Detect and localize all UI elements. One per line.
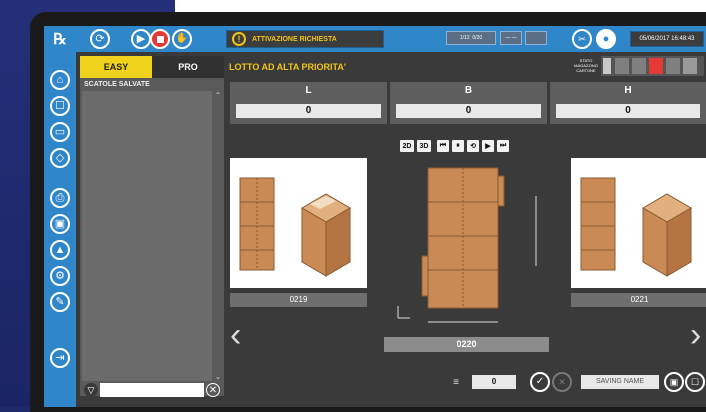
box-preview-0219[interactable]: [230, 158, 367, 288]
dimension-h: H 0: [550, 82, 706, 124]
user-icon[interactable]: ●: [596, 29, 616, 49]
box-diagram-0219: [239, 177, 351, 277]
stock-bar-1: [603, 58, 611, 74]
page-title: LOTTO AD ALTA PRIORITA': [229, 62, 346, 72]
counter-1-text: 1/12: [459, 35, 470, 41]
quantity-field[interactable]: 0: [472, 375, 516, 389]
skip-back-icon[interactable]: ⏮: [437, 140, 449, 152]
next-arrow-icon[interactable]: ›: [690, 316, 701, 355]
box-label-0219: 0219: [230, 293, 367, 307]
counter-3-text: — —: [505, 35, 517, 41]
saved-boxes-list[interactable]: [82, 91, 212, 381]
search-input[interactable]: [100, 383, 204, 397]
confirm-icon[interactable]: ✓: [530, 372, 550, 392]
stock-indicator: [601, 56, 704, 76]
settings-icon[interactable]: ⚙: [50, 266, 70, 286]
prev-arrow-icon[interactable]: ‹: [230, 316, 241, 355]
stock-bar-5: [666, 58, 680, 74]
alert-text: ATTIVAZIONE RICHIESTA: [252, 35, 337, 43]
stock-bar-2: [615, 58, 629, 74]
box-diagram-0221: [580, 177, 692, 277]
filter-icon[interactable]: ▽: [84, 383, 98, 397]
hand-icon[interactable]: ✋: [172, 29, 192, 49]
stock-bar-4: [649, 58, 663, 74]
tools-icon[interactable]: ✂: [572, 29, 592, 49]
dimension-b-label: B: [464, 85, 473, 96]
layers-icon[interactable]: ◇: [50, 148, 70, 168]
box-label-0221: 0221: [571, 293, 706, 307]
tab-easy[interactable]: EASY: [80, 56, 152, 78]
dimension-l: L 0: [230, 82, 387, 124]
play-icon[interactable]: ▶: [131, 29, 151, 49]
app-logo-icon: ℞: [53, 31, 67, 48]
box-label-0220: 0220: [384, 337, 549, 352]
dimension-h-value[interactable]: 0: [556, 104, 700, 118]
play-step-icon[interactable]: ▶: [482, 140, 494, 152]
stack-icon: ≡: [453, 376, 459, 388]
view-2d-button[interactable]: 2D: [400, 140, 414, 152]
scroll-down-icon[interactable]: ⌄: [214, 372, 222, 381]
saving-name-input[interactable]: SAVING NAME: [581, 375, 659, 389]
edit-icon[interactable]: ✎: [50, 292, 70, 312]
box-blueprint: [397, 167, 537, 323]
dimension-b-value[interactable]: 0: [396, 104, 541, 118]
counter-2-text: 0/20: [472, 35, 483, 41]
dimension-l-value[interactable]: 0: [236, 104, 381, 118]
chart-icon[interactable]: ▲: [50, 240, 70, 260]
view-3d-button[interactable]: 3D: [417, 140, 431, 152]
pause-icon[interactable]: ⏸: [452, 140, 464, 152]
box-preview-0221[interactable]: [571, 158, 706, 288]
home-icon[interactable]: ⌂: [50, 70, 70, 90]
save-icon[interactable]: ▣: [50, 214, 70, 234]
stock-bar-6: [683, 58, 697, 74]
load-box-icon[interactable]: ☐: [685, 372, 705, 392]
dimension-h-label: H: [624, 85, 632, 96]
refresh-icon[interactable]: ⟳: [90, 29, 110, 49]
warning-icon: !: [232, 32, 246, 46]
save-box-icon[interactable]: ▣: [664, 372, 684, 392]
alert-banner: ! ATTIVAZIONE RICHIESTA: [226, 30, 384, 48]
counter-display-2: — —: [500, 31, 522, 45]
stock-bar-3: [632, 58, 646, 74]
dimension-l-label: L: [305, 85, 312, 96]
scroll-up-icon[interactable]: ⌃: [214, 91, 222, 100]
counter-display-1: 1/12 0/20: [446, 31, 496, 45]
datetime-display: 05/06/2017 16:48:43: [630, 31, 704, 47]
print-icon[interactable]: ⎙: [50, 188, 70, 208]
tab-pro[interactable]: PRO: [152, 56, 224, 78]
logout-icon[interactable]: ⇥: [50, 348, 70, 368]
loop-icon[interactable]: ⟲: [467, 140, 479, 152]
counter-display-3: [525, 31, 547, 45]
dimension-b: B 0: [390, 82, 547, 124]
clear-icon[interactable]: ✕: [206, 383, 220, 397]
stop-icon[interactable]: [150, 29, 170, 49]
app-screen: ℞ ⟳ ▶ ✋ ! ATTIVAZIONE RICHIESTA 1/12 0/2…: [44, 26, 706, 407]
cancel-icon[interactable]: ✕: [552, 372, 572, 392]
box-open-icon[interactable]: ☐: [50, 96, 70, 116]
skip-forward-icon[interactable]: ⏭: [497, 140, 509, 152]
saved-boxes-label: SCATOLE SALVATE: [84, 81, 150, 88]
conveyor-icon[interactable]: ▭: [50, 122, 70, 142]
status-text: STATO MAGAZZINO CARTONE: [574, 58, 598, 73]
scrollbar[interactable]: ⌃ ⌄: [214, 91, 222, 381]
